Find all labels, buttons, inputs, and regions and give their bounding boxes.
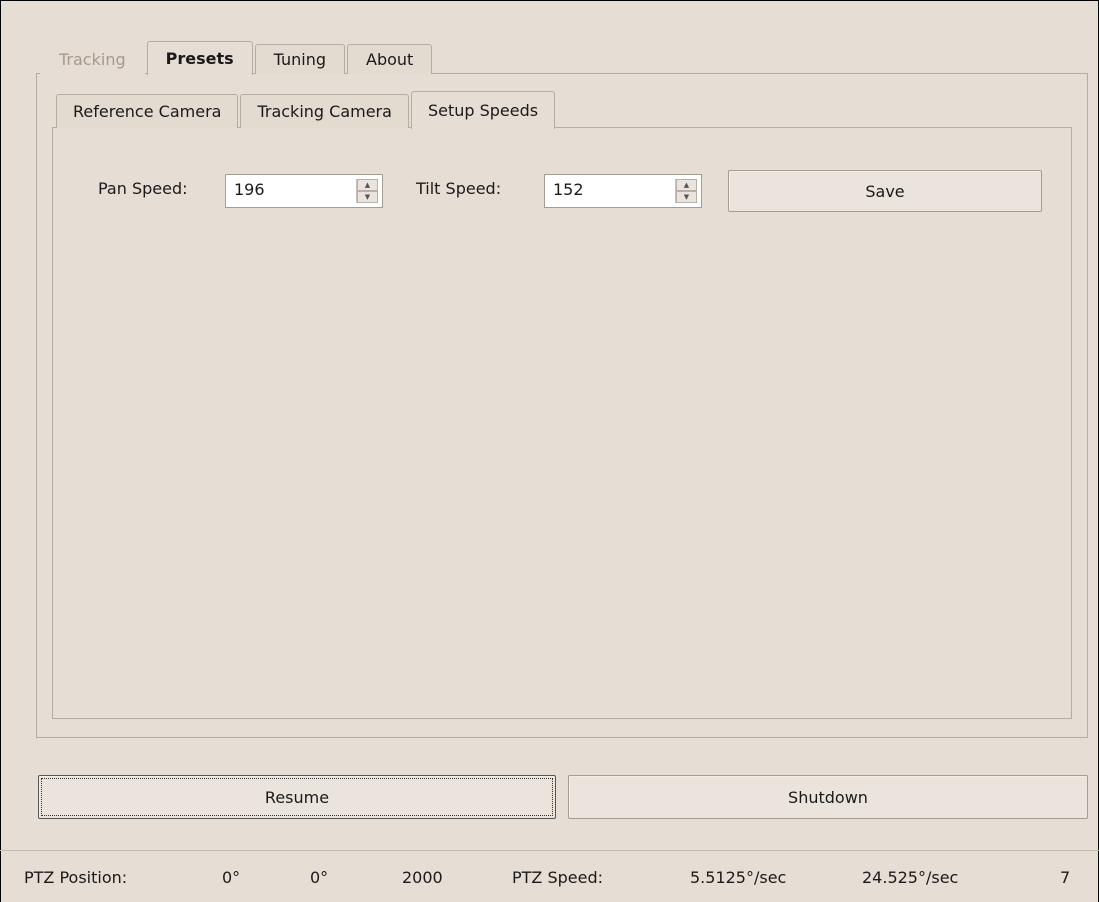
resume-button[interactable]: Resume <box>38 775 556 819</box>
ptz-tilt-speed: 24.525°/sec <box>862 868 959 887</box>
ptz-position-label: PTZ Position: <box>24 868 128 887</box>
pan-speed-down-icon[interactable]: ▼ <box>357 191 378 203</box>
tab-tuning[interactable]: Tuning <box>254 44 345 74</box>
presets-tab-pane <box>52 127 1072 719</box>
main-tab-bar: Tracking Presets Tuning About <box>40 40 434 75</box>
tilt-speed-label: Tilt Speed: <box>416 179 502 198</box>
pan-speed-label: Pan Speed: <box>98 179 188 198</box>
shutdown-button[interactable]: Shutdown <box>568 775 1088 819</box>
ptz-speed-label: PTZ Speed: <box>512 868 604 887</box>
tab-presets[interactable]: Presets <box>146 41 253 75</box>
pan-speed-spinbox[interactable]: 196 ▲ ▼ <box>225 174 383 208</box>
tab-tracking-camera[interactable]: Tracking Camera <box>240 94 409 128</box>
pan-speed-stepper: ▲ ▼ <box>356 179 378 203</box>
ptz-zoom-position: 2000 <box>402 868 443 887</box>
presets-tab-bar: Reference Camera Tracking Camera Setup S… <box>56 90 557 129</box>
tilt-speed-value[interactable]: 152 <box>545 175 675 207</box>
ptz-pan-position: 0° <box>222 868 241 887</box>
tilt-speed-up-icon[interactable]: ▲ <box>676 179 697 191</box>
tab-reference-camera[interactable]: Reference Camera <box>56 94 239 128</box>
pan-speed-value[interactable]: 196 <box>226 175 356 207</box>
tilt-speed-stepper: ▲ ▼ <box>675 179 697 203</box>
ptz-zoom-speed: 7 <box>1060 868 1071 887</box>
tilt-speed-down-icon[interactable]: ▼ <box>676 191 697 203</box>
tab-setup-speeds[interactable]: Setup Speeds <box>410 91 556 129</box>
ptz-pan-speed: 5.5125°/sec <box>690 868 787 887</box>
tilt-speed-spinbox[interactable]: 152 ▲ ▼ <box>544 174 702 208</box>
ptz-tilt-position: 0° <box>310 868 329 887</box>
save-button[interactable]: Save <box>728 170 1042 212</box>
tab-tracking: Tracking <box>40 44 145 74</box>
pan-speed-up-icon[interactable]: ▲ <box>357 179 378 191</box>
tab-about[interactable]: About <box>347 44 433 74</box>
